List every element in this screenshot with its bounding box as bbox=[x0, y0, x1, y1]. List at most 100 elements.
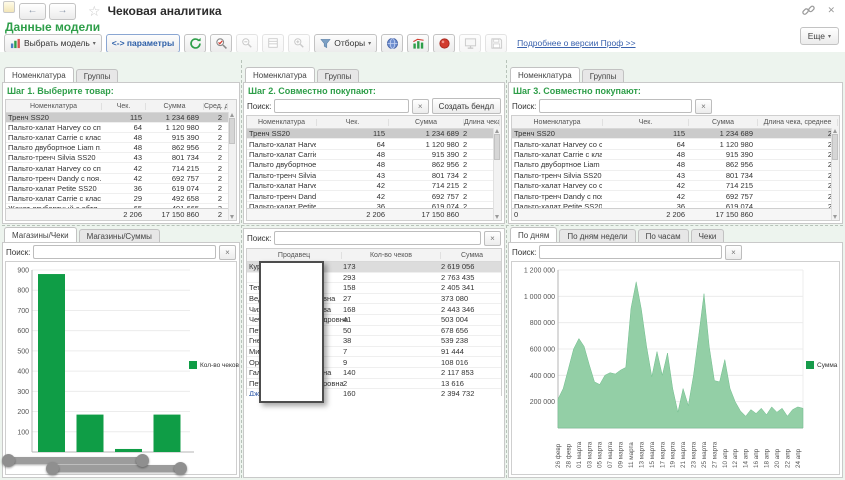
svg-text:15 марта: 15 марта bbox=[649, 441, 656, 468]
search-input[interactable] bbox=[274, 231, 481, 245]
version-info-link[interactable]: Подробнее о версии Проф >> bbox=[517, 38, 635, 48]
column-header[interactable]: Сумма bbox=[689, 119, 758, 126]
checks-cell: 2 bbox=[341, 379, 439, 388]
vertical-scrollbar[interactable] bbox=[493, 128, 501, 220]
search-input[interactable] bbox=[274, 99, 408, 113]
link-icon[interactable] bbox=[802, 4, 815, 17]
clear-search-button[interactable]: × bbox=[219, 245, 236, 260]
parameters-button[interactable]: <-> параметры bbox=[106, 34, 180, 53]
refresh-button[interactable] bbox=[184, 34, 206, 53]
column-header[interactable]: Номенклатура bbox=[247, 119, 317, 126]
forward-button[interactable]: → bbox=[49, 3, 76, 20]
table-cell: Пальто-халат Petite SS20 bbox=[6, 184, 101, 193]
column-header[interactable]: Длина чека, среднее bbox=[758, 119, 838, 126]
footer-cell: 0 bbox=[512, 210, 602, 219]
clear-search-button[interactable]: × bbox=[484, 231, 501, 246]
table-row[interactable]: Тренч SS201151 234 6892 bbox=[247, 129, 501, 139]
table-row[interactable]: Пальто-халат Harvey со спуще…42714 2152 bbox=[512, 181, 839, 191]
select-model-button[interactable]: Выбрать модель ▾ bbox=[4, 34, 102, 53]
table-row[interactable]: Пальто двубортное Liam п…48862 9562 bbox=[6, 143, 236, 153]
table-row[interactable]: Пальто двубортное Lia…48862 9562 bbox=[247, 160, 501, 170]
tab-by-hours[interactable]: По часам bbox=[638, 229, 689, 242]
globe-button[interactable] bbox=[381, 34, 403, 53]
column-header[interactable]: Сумма bbox=[146, 103, 204, 110]
vertical-scrollbar[interactable] bbox=[831, 128, 839, 220]
more-button[interactable]: Еще▾ bbox=[800, 27, 839, 45]
tab-groups[interactable]: Группы bbox=[582, 69, 625, 82]
table-row[interactable]: Пальто-халат Harvey с…42714 2152 bbox=[247, 181, 501, 191]
table-row[interactable]: Тренч SS201151 234 6892 bbox=[6, 113, 236, 123]
table-row[interactable]: Пальто-халат Carrie с классич…48915 3902 bbox=[512, 150, 839, 160]
vertical-splitter[interactable] bbox=[506, 60, 507, 478]
search-input[interactable] bbox=[33, 245, 216, 259]
table-cell: 1 120 980 bbox=[387, 140, 461, 149]
vertical-scrollbar[interactable] bbox=[228, 112, 236, 220]
tab-nomenclature[interactable]: Номенклатура bbox=[4, 67, 74, 82]
tab-by-days[interactable]: По дням bbox=[510, 227, 557, 242]
step3-title: Шаг 3. Совместно покупают: bbox=[509, 83, 842, 97]
table-cell: 1 120 980 bbox=[687, 140, 755, 149]
svg-text:900: 900 bbox=[17, 268, 29, 275]
data-check-button[interactable] bbox=[210, 34, 232, 53]
table-row[interactable]: Пальто-халат Carrie с к…48915 3902 bbox=[247, 150, 501, 160]
table-row[interactable]: Пальто-халат Harvey со спуще…641 120 980… bbox=[512, 139, 839, 149]
table-row[interactable]: Пальто-халат Petite SS2036619 0742 bbox=[6, 184, 236, 194]
footer-cell: 17 150 860 bbox=[144, 210, 201, 219]
svg-text:19 марта: 19 марта bbox=[670, 441, 677, 468]
column-header[interactable]: Сумма bbox=[441, 252, 502, 259]
clear-search-button[interactable]: × bbox=[412, 99, 429, 114]
column-header[interactable]: Кол-во чеков bbox=[342, 252, 441, 259]
clear-search-button[interactable]: × bbox=[725, 245, 742, 260]
tab-shops-sums[interactable]: Магазины/Суммы bbox=[79, 229, 160, 242]
search-input[interactable] bbox=[539, 245, 722, 259]
tab-shops-checks[interactable]: Магазины/Чеки bbox=[4, 227, 77, 242]
table-row[interactable]: Пальто-тренч Silvia SS2043801 7342 bbox=[6, 153, 236, 163]
table-row[interactable]: Пальто-халат Carrie с клас…29492 6582 bbox=[6, 194, 236, 204]
close-icon[interactable]: ✕ bbox=[827, 5, 835, 16]
step2-panel: Номенклатура Группы Шаг 2. Совместно пок… bbox=[243, 68, 505, 224]
table-row[interactable]: Тренч SS201151 234 6892 bbox=[512, 129, 839, 139]
tab-checks[interactable]: Чеки bbox=[691, 229, 725, 242]
tab-groups[interactable]: Группы bbox=[76, 69, 119, 82]
filters-button[interactable]: Отборы ▾ bbox=[314, 34, 377, 53]
table-row[interactable]: Пальто-халат Harvey со сп…42714 2152 bbox=[6, 163, 236, 173]
column-header[interactable]: Чек. bbox=[317, 119, 389, 126]
clear-search-button[interactable]: × bbox=[695, 99, 712, 114]
column-header[interactable]: Длина чека, среднее bbox=[464, 119, 500, 126]
tab-nomenclature[interactable]: Номенклатура bbox=[510, 67, 580, 82]
column-header[interactable]: Номенклатура bbox=[512, 119, 603, 126]
table-row[interactable]: Пальто-тренч Silvia SS2043801 7342 bbox=[247, 171, 501, 181]
table-cell: Пальто-халат Carrie с к… bbox=[247, 150, 316, 159]
table-row[interactable]: Пальто-тренч Silvia SS2043801 7342 bbox=[512, 171, 839, 181]
column-header[interactable]: Чек. bbox=[603, 119, 689, 126]
column-header[interactable]: Номенклатура bbox=[6, 103, 102, 110]
back-button[interactable]: ← bbox=[19, 3, 46, 20]
column-header[interactable]: Продавец bbox=[247, 252, 342, 259]
search-label: Поиск: bbox=[512, 248, 536, 257]
chart-report-button[interactable] bbox=[407, 34, 429, 53]
table-row[interactable]: Пальто-тренч Dandy с поя…42692 7572 bbox=[6, 174, 236, 184]
tab-groups[interactable]: Группы bbox=[317, 69, 360, 82]
horizontal-splitter[interactable] bbox=[2, 225, 843, 226]
tab-nomenclature[interactable]: Номенклатура bbox=[245, 67, 315, 82]
table-cell: Пальто-халат Harvey с… bbox=[247, 140, 316, 149]
table-row[interactable]: Пальто-тренч Dandy с …42692 7572 bbox=[247, 191, 501, 201]
table-row[interactable]: Пальто-халат Harvey с…641 120 9802 bbox=[247, 139, 501, 149]
favorite-star-icon[interactable]: ☆ bbox=[88, 3, 101, 20]
column-header[interactable]: Сред. длина чек bbox=[204, 103, 228, 110]
table-row[interactable]: Пальто-халат Harvey со сп…641 120 9802 bbox=[6, 123, 236, 133]
column-header[interactable]: Сумма bbox=[389, 119, 464, 126]
tab-by-weekdays[interactable]: По дням недели bbox=[559, 229, 635, 242]
vertical-splitter[interactable] bbox=[241, 60, 242, 478]
create-bundle-button[interactable]: Создать бендл bbox=[432, 98, 501, 114]
sum-cell: 2 619 056 bbox=[439, 262, 501, 271]
table-row[interactable]: Пальто-халат Carrie с клас…48915 3902 bbox=[6, 133, 236, 143]
table-row[interactable]: Пальто-тренч Dandy с поясом …42692 7572 bbox=[512, 191, 839, 201]
search-input[interactable] bbox=[539, 99, 692, 113]
table-cell: 115 bbox=[602, 129, 687, 138]
table-cell: 2 bbox=[755, 129, 834, 138]
table-row[interactable]: Пальто двубортное Liam прям…48862 9562 bbox=[512, 160, 839, 170]
column-header[interactable]: Чек. bbox=[102, 103, 146, 110]
record-button[interactable] bbox=[433, 34, 455, 53]
svg-text:22 апр: 22 апр bbox=[784, 448, 791, 468]
